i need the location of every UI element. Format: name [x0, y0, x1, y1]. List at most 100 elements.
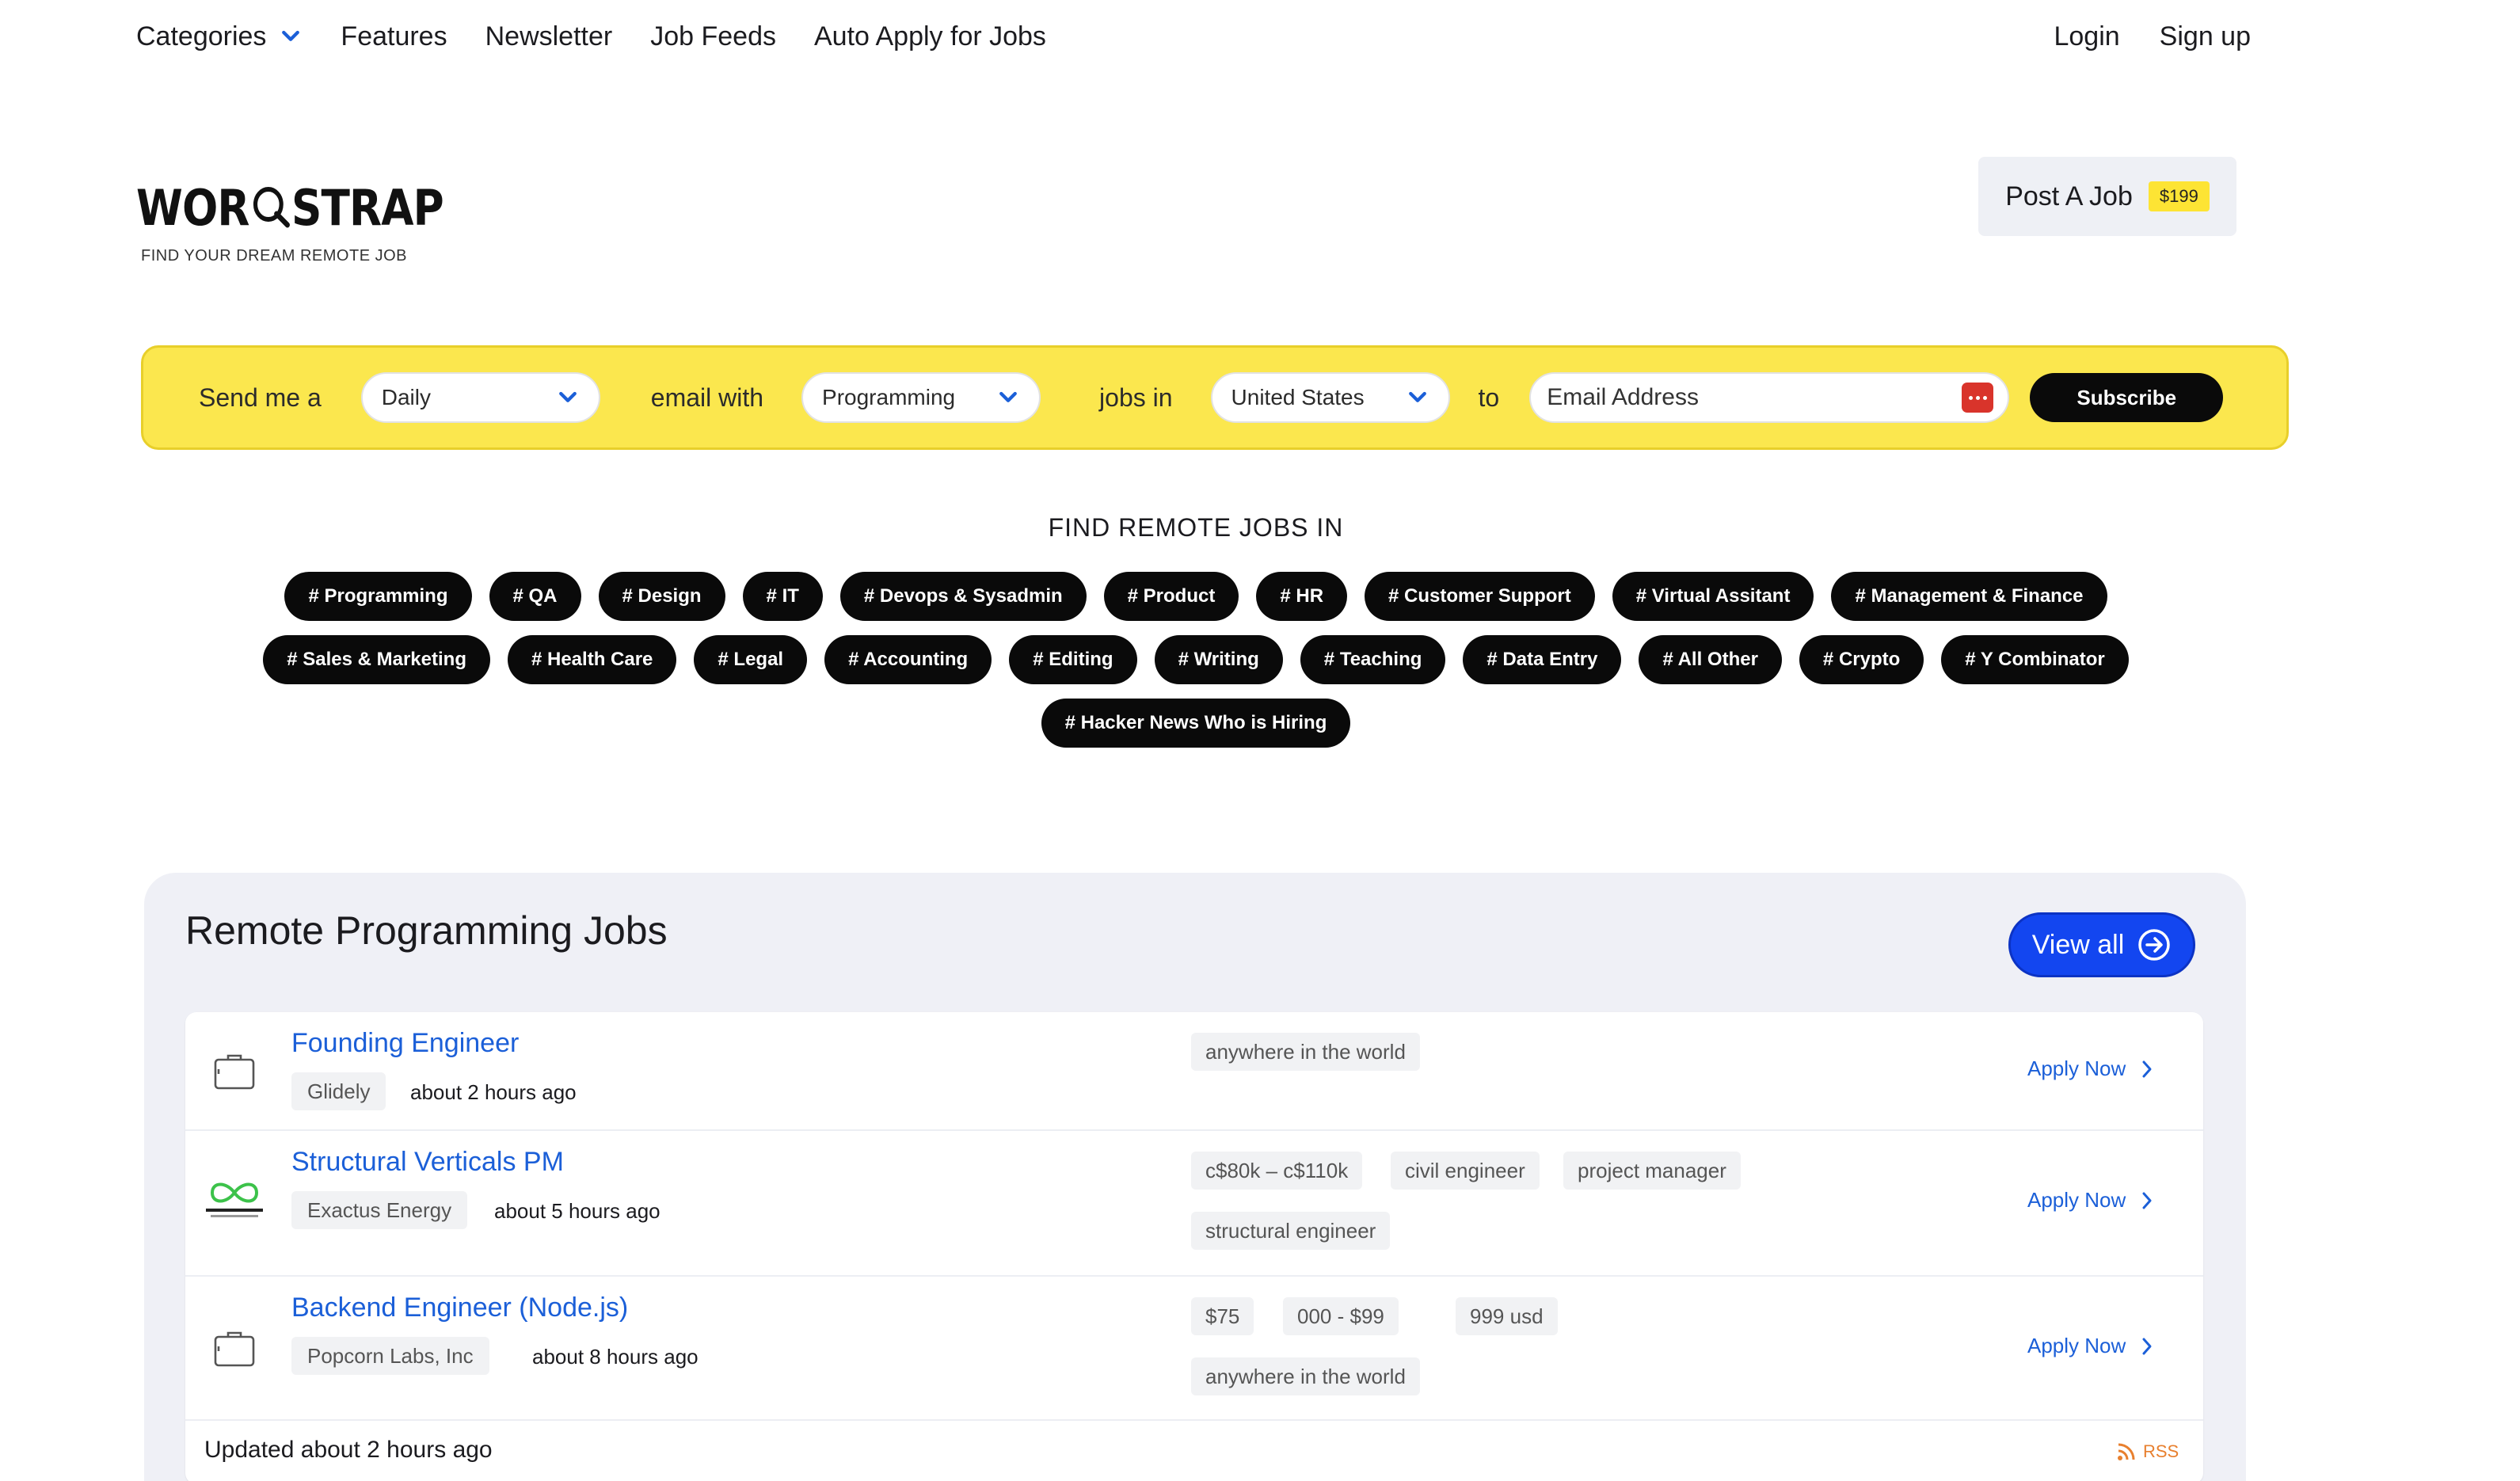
tag-y-combinator[interactable]: # Y Combinator: [1941, 635, 2129, 684]
category-select[interactable]: Programming: [801, 372, 1041, 423]
job-list-footer: Updated about 2 hours ago RSS: [185, 1421, 2203, 1481]
email-with-label: email with: [650, 383, 764, 412]
apply-now-label: Apply Now: [2027, 1056, 2126, 1080]
category-value: Programming: [822, 385, 956, 409]
country-select[interactable]: United States: [1210, 372, 1450, 423]
tag-row-2: # Sales & Marketing # Health Care # Lega…: [0, 635, 2392, 684]
tag-legal[interactable]: # Legal: [694, 635, 808, 684]
company-name: Popcorn Labs, Inc: [291, 1337, 489, 1375]
tag-product[interactable]: # Product: [1103, 572, 1239, 621]
chevron-down-icon: [558, 391, 577, 402]
email-input[interactable]: Email Address: [1529, 372, 2010, 423]
job-row[interactable]: Founding Engineer Glidely about 2 hours …: [185, 1012, 2203, 1131]
job-title-link[interactable]: Backend Engineer (Node.js): [291, 1293, 628, 1323]
job-title-link[interactable]: Structural Verticals PM: [291, 1147, 564, 1178]
tag-hacker-news[interactable]: # Hacker News Who is Hiring: [1041, 699, 1351, 748]
login-link[interactable]: Login: [2054, 21, 2119, 52]
post-job-price-badge: $199: [2148, 181, 2210, 211]
nav-newsletter-link[interactable]: Newsletter: [485, 21, 613, 52]
job-tag-chip: $75: [1191, 1297, 1254, 1335]
tag-hr[interactable]: # HR: [1256, 572, 1348, 621]
top-nav: Categories Features Newsletter Job Feeds…: [136, 14, 2251, 59]
job-tag-chip: anywhere in the world: [1191, 1357, 1420, 1395]
frequency-select[interactable]: Daily: [360, 372, 600, 423]
job-tag-chip: structural engineer: [1191, 1212, 1391, 1250]
tag-programming[interactable]: # Programming: [284, 572, 472, 621]
tag-editing[interactable]: # Editing: [1009, 635, 1137, 684]
nav-auto-apply-link[interactable]: Auto Apply for Jobs: [814, 21, 1046, 52]
exactus-energy-logo: [206, 1182, 263, 1217]
rss-label: RSS: [2143, 1441, 2179, 1461]
logo-text-right: STRAP: [291, 179, 444, 237]
job-row[interactable]: Structural Verticals PM Exactus Energy a…: [185, 1131, 2203, 1277]
chevron-down-icon: [1408, 391, 1426, 402]
tag-crypto[interactable]: # Crypto: [1799, 635, 1924, 684]
briefcase-icon: [214, 1331, 255, 1367]
post-job-button[interactable]: Post A Job $199: [1978, 157, 2236, 236]
site-logo[interactable]: WOR STRAP: [136, 179, 444, 237]
tag-health-care[interactable]: # Health Care: [507, 635, 677, 684]
jobs-section-title: Remote Programming Jobs: [185, 908, 668, 953]
view-all-label: View all: [2031, 929, 2125, 960]
apply-now-link[interactable]: Apply Now: [2027, 1188, 2154, 1213]
chevron-down-icon: [282, 30, 300, 41]
tag-row-3: # Hacker News Who is Hiring: [0, 699, 2392, 748]
job-tag-chip: project manager: [1563, 1152, 1741, 1190]
nav-categories-dropdown[interactable]: Categories: [136, 21, 303, 52]
posted-time: about 2 hours ago: [410, 1080, 577, 1104]
logo-text-left: WOR: [136, 179, 249, 237]
post-job-label: Post A Job: [2005, 181, 2133, 211]
signup-link[interactable]: Sign up: [2160, 21, 2251, 52]
tag-teaching[interactable]: # Teaching: [1300, 635, 1446, 684]
country-value: United States: [1231, 385, 1365, 409]
job-tag-chip: 999 usd: [1456, 1297, 1558, 1335]
chevron-down-icon: [999, 391, 1017, 402]
send-me-label: Send me a: [199, 383, 322, 412]
tag-sales-marketing[interactable]: # Sales & Marketing: [263, 635, 490, 684]
jobs-in-label: jobs in: [1099, 383, 1173, 412]
to-label: to: [1478, 383, 1500, 412]
job-tag-chip: civil engineer: [1391, 1152, 1540, 1190]
view-all-button[interactable]: View all: [2008, 912, 2195, 977]
nav-job-feeds-link[interactable]: Job Feeds: [650, 21, 776, 52]
tag-qa[interactable]: # QA: [489, 572, 581, 621]
magnifier-logo-icon: [250, 182, 290, 228]
nav-features-link[interactable]: Features: [341, 21, 447, 52]
tag-devops[interactable]: # Devops & Sysadmin: [839, 572, 1087, 621]
posted-time: about 5 hours ago: [494, 1199, 660, 1223]
subscribe-bar: Send me a Daily email with Programming j…: [141, 345, 2289, 450]
nav-left: Categories Features Newsletter Job Feeds…: [136, 21, 1046, 52]
tag-management-finance[interactable]: # Management & Finance: [1831, 572, 2107, 621]
tag-it[interactable]: # IT: [742, 572, 823, 621]
tag-writing[interactable]: # Writing: [1154, 635, 1283, 684]
tag-all-other[interactable]: # All Other: [1639, 635, 1782, 684]
apply-now-link[interactable]: Apply Now: [2027, 1334, 2154, 1358]
apply-now-label: Apply Now: [2027, 1188, 2126, 1212]
job-title-link[interactable]: Founding Engineer: [291, 1028, 519, 1059]
find-jobs-title: FIND REMOTE JOBS IN: [1048, 513, 1344, 542]
nav-right: Login Sign up: [2054, 21, 2251, 52]
tag-design[interactable]: # Design: [598, 572, 725, 621]
chevron-right-icon: [2142, 1060, 2152, 1077]
rss-link[interactable]: RSS: [2116, 1441, 2179, 1462]
briefcase-icon: [214, 1054, 255, 1090]
arrow-right-circle-icon: [2138, 929, 2171, 961]
frequency-value: Daily: [381, 385, 431, 409]
updated-timestamp: Updated about 2 hours ago: [204, 1437, 493, 1463]
job-list: Founding Engineer Glidely about 2 hours …: [185, 1012, 2203, 1481]
tag-customer-support[interactable]: # Customer Support: [1365, 572, 1595, 621]
job-row[interactable]: Backend Engineer (Node.js) Popcorn Labs,…: [185, 1277, 2203, 1421]
password-manager-icon[interactable]: [1962, 383, 1994, 413]
tag-accounting[interactable]: # Accounting: [824, 635, 992, 684]
email-placeholder: Email Address: [1547, 384, 1699, 410]
page: Categories Features Newsletter Job Feeds…: [0, 0, 2520, 1481]
tag-virtual-assistant[interactable]: # Virtual Assitant: [1612, 572, 1814, 621]
job-tag-chip: anywhere in the world: [1191, 1033, 1420, 1071]
chevron-right-icon: [2142, 1192, 2152, 1209]
tag-data-entry[interactable]: # Data Entry: [1463, 635, 1622, 684]
chevron-right-icon: [2142, 1338, 2152, 1354]
company-name: Glidely: [291, 1072, 386, 1110]
site-tagline: FIND YOUR DREAM REMOTE JOB: [141, 247, 407, 265]
subscribe-button[interactable]: Subscribe: [2030, 373, 2224, 422]
apply-now-link[interactable]: Apply Now: [2027, 1056, 2154, 1081]
